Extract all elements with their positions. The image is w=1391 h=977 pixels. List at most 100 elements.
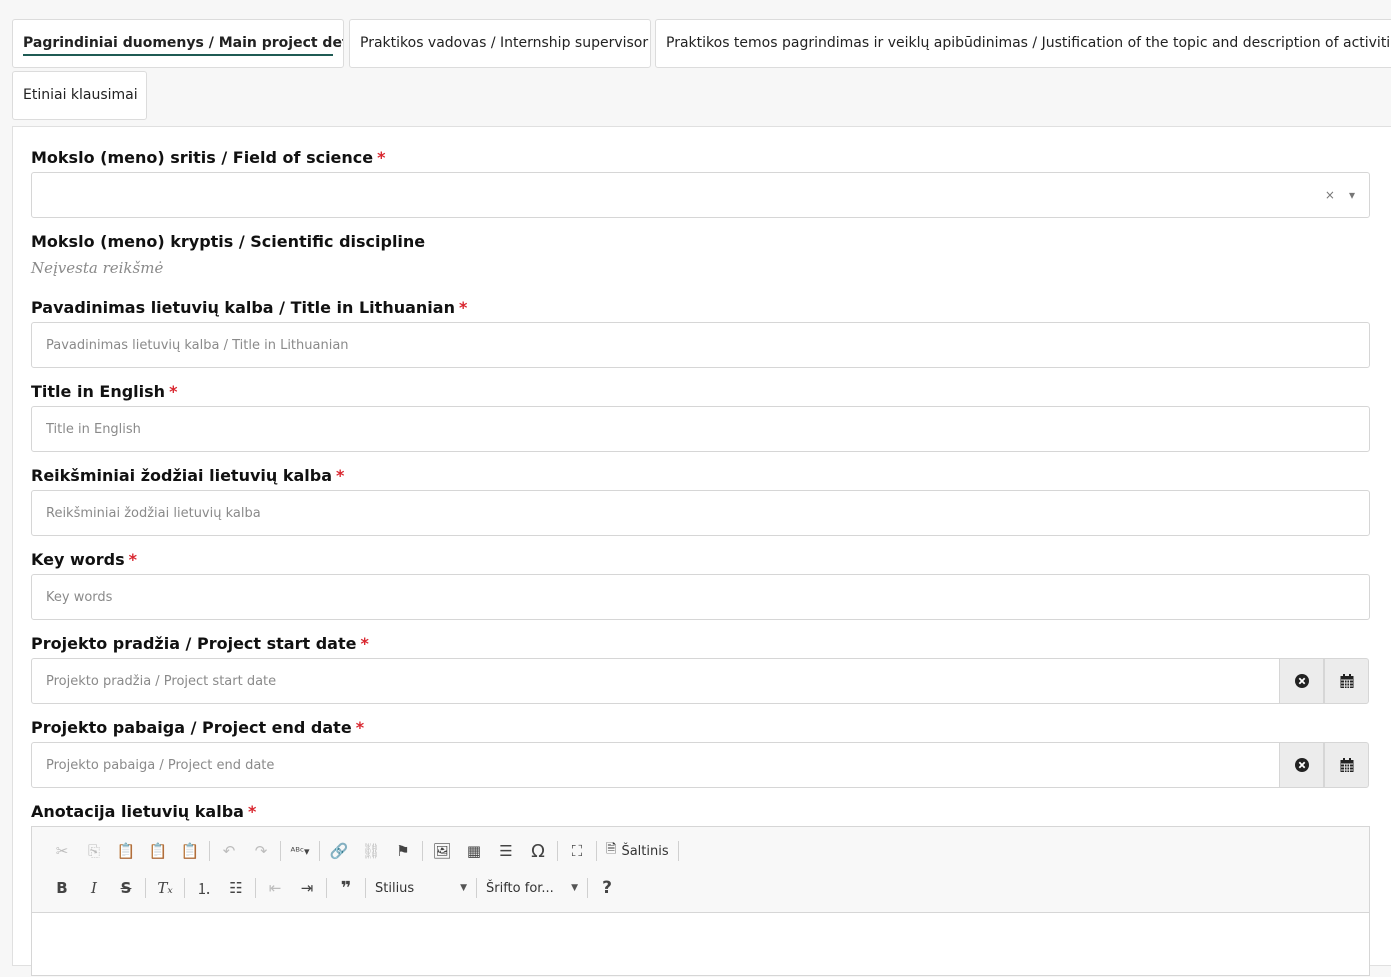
unlink-icon[interactable]: ⛓ (355, 838, 387, 864)
style-dropdown-label: Stilius (375, 880, 415, 896)
image-icon[interactable]: 🖼 (426, 838, 458, 864)
required-marker: * (128, 550, 137, 569)
spellcheck-icon[interactable]: ᴬᴮᶜ▾ (284, 838, 316, 864)
editor-toolbar: ✂ ⎘ 📋 📋 📋 ↶ ↷ ᴬᴮᶜ▾ 🔗 ⛓ ⚑ 🖼 ▦ ☰ Ω ⛶ 🗎 Šal… (32, 827, 1369, 913)
editor-content-area[interactable] (32, 913, 1369, 977)
italic-button[interactable]: I (78, 875, 110, 901)
toolbar-separator (255, 878, 256, 898)
redo-icon[interactable]: ↷ (245, 838, 277, 864)
annotation-lt-editor: ✂ ⎘ 📋 📋 📋 ↶ ↷ ᴬᴮᶜ▾ 🔗 ⛓ ⚑ 🖼 ▦ ☰ Ω ⛶ 🗎 Šal… (31, 826, 1370, 976)
toolbar-separator (365, 878, 366, 898)
toolbar-separator (145, 878, 146, 898)
blockquote-button[interactable]: ❞ (330, 875, 362, 901)
bulleted-list-icon[interactable]: ☷ (220, 875, 252, 901)
clear-icon[interactable]: × (1325, 188, 1335, 202)
required-marker: * (247, 802, 257, 821)
indent-icon[interactable]: ⇥ (291, 875, 323, 901)
required-marker: * (355, 718, 365, 737)
required-marker: * (360, 634, 369, 653)
required-marker: * (458, 298, 468, 317)
numbered-list-icon[interactable]: ⒈ (188, 875, 220, 901)
end-date-input[interactable] (31, 742, 1280, 788)
clear-circle-icon (1294, 674, 1309, 688)
horizontal-rule-icon[interactable]: ☰ (490, 838, 522, 864)
start-date-clear-button[interactable] (1279, 658, 1324, 704)
help-button[interactable]: ? (591, 875, 623, 901)
font-format-dropdown-label: Šrifto for... (486, 880, 554, 896)
title-en-input[interactable] (31, 406, 1370, 452)
source-button[interactable]: 🗎 Šaltinis (600, 840, 675, 862)
anchor-flag-icon[interactable]: ⚑ (387, 838, 419, 864)
paste-word-icon[interactable]: 📋 (174, 838, 206, 864)
scientific-discipline-label: Mokslo (meno) kryptis / Scientific disci… (31, 232, 426, 251)
source-label: Šaltinis (621, 843, 669, 859)
outdent-icon[interactable]: ⇤ (259, 875, 291, 901)
toolbar-separator (422, 841, 423, 861)
annotation-lt-label: Anotacija lietuvių kalba * (31, 802, 257, 821)
toolbar-row-2: B I S Tₓ ⒈ ☷ ⇤ ⇥ ❞ Stilius ▼ Šrifto for.… (46, 873, 623, 903)
field-of-science-select[interactable]: × ▾ (31, 172, 1370, 218)
bold-button[interactable]: B (46, 875, 78, 901)
keywords-en-label: Key words * (31, 550, 137, 569)
toolbar-separator (596, 841, 597, 861)
start-date-input[interactable] (31, 658, 1280, 704)
end-date-group (31, 742, 1370, 788)
chevron-down-icon[interactable]: ▾ (1349, 188, 1355, 202)
cut-icon[interactable]: ✂ (46, 838, 78, 864)
remove-format-icon[interactable]: Tₓ (149, 875, 181, 901)
end-date-clear-button[interactable] (1279, 742, 1324, 788)
font-format-dropdown[interactable]: Šrifto for... ▼ (480, 876, 584, 900)
chevron-down-icon: ▼ (571, 883, 578, 893)
tab-label: Praktikos vadovas / Internship superviso… (360, 35, 649, 51)
copy-icon[interactable]: ⎘ (78, 838, 110, 864)
maximize-icon[interactable]: ⛶ (561, 838, 593, 864)
tab-label: Praktikos temos pagrindimas ir veiklų ap… (666, 35, 1391, 51)
table-icon[interactable]: ▦ (458, 838, 490, 864)
form-panel: Mokslo (meno) sritis / Field of science *… (12, 126, 1391, 976)
required-marker: * (336, 466, 345, 485)
link-icon[interactable]: 🔗 (323, 838, 355, 864)
toolbar-separator (280, 841, 281, 861)
start-date-label: Projekto pradžia / Project start date * (31, 634, 369, 653)
toolbar-separator (326, 878, 327, 898)
toolbar-separator (476, 878, 477, 898)
special-char-icon[interactable]: Ω (522, 838, 554, 864)
style-dropdown[interactable]: Stilius ▼ (369, 876, 473, 900)
start-date-calendar-button[interactable] (1324, 658, 1369, 704)
chevron-down-icon: ▼ (460, 883, 467, 893)
toolbar-separator (184, 878, 185, 898)
calendar-icon (1340, 674, 1353, 688)
calendar-icon (1340, 758, 1353, 772)
required-marker: * (169, 382, 178, 401)
title-en-label: Title in English * (31, 382, 178, 401)
tab-label: Pagrindiniai duomenys / Main project det… (23, 35, 344, 51)
tab-justification[interactable]: Praktikos temos pagrindimas ir veiklų ap… (655, 19, 1391, 68)
end-date-label: Projekto pabaiga / Project end date * (31, 718, 365, 737)
end-date-calendar-button[interactable] (1324, 742, 1369, 788)
clear-circle-icon (1294, 758, 1309, 772)
tab-label: Etiniai klausimai (23, 87, 138, 103)
undo-icon[interactable]: ↶ (213, 838, 245, 864)
start-date-group (31, 658, 1370, 704)
toolbar-separator (319, 841, 320, 861)
tab-internship-supervisor[interactable]: Praktikos vadovas / Internship superviso… (349, 19, 651, 68)
paste-text-icon[interactable]: 📋 (142, 838, 174, 864)
toolbar-separator (209, 841, 210, 861)
tab-ethical-questions[interactable]: Etiniai klausimai (12, 71, 147, 120)
tab-main-project-details[interactable]: Pagrindiniai duomenys / Main project det… (12, 19, 344, 68)
active-tab-indicator (23, 54, 333, 56)
field-of-science-label: Mokslo (meno) sritis / Field of science * (31, 148, 386, 167)
keywords-lt-label: Reikšminiai žodžiai lietuvių kalba * (31, 466, 345, 485)
scientific-discipline-value: Neįvesta reikšmė (31, 259, 164, 277)
keywords-en-input[interactable] (31, 574, 1370, 620)
toolbar-row-1: ✂ ⎘ 📋 📋 📋 ↶ ↷ ᴬᴮᶜ▾ 🔗 ⛓ ⚑ 🖼 ▦ ☰ Ω ⛶ 🗎 Šal… (46, 836, 682, 866)
strikethrough-button[interactable]: S (110, 875, 142, 901)
source-icon: 🗎 (606, 842, 617, 857)
title-lt-input[interactable] (31, 322, 1370, 368)
toolbar-separator (557, 841, 558, 861)
title-lt-label: Pavadinimas lietuvių kalba / Title in Li… (31, 298, 468, 317)
required-marker: * (377, 148, 386, 167)
paste-icon[interactable]: 📋 (110, 838, 142, 864)
toolbar-separator (587, 878, 588, 898)
keywords-lt-input[interactable] (31, 490, 1370, 536)
